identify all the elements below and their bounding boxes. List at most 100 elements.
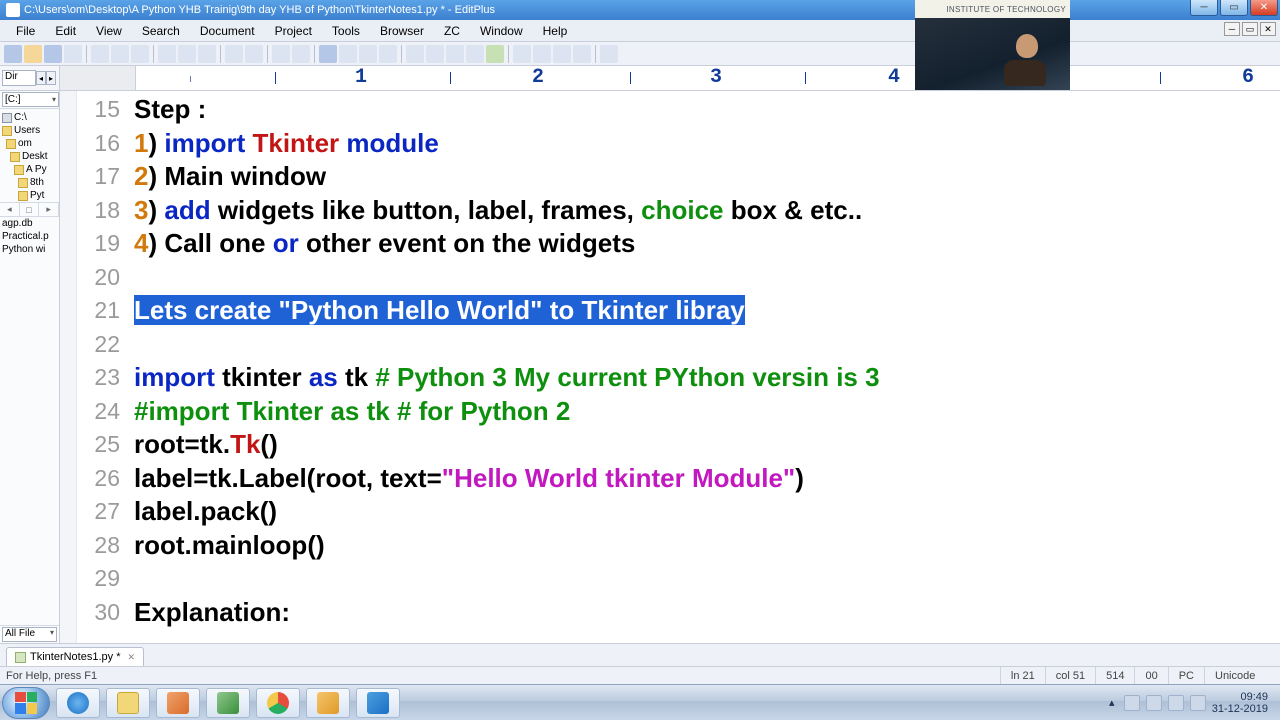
menu-edit[interactable]: Edit [45,22,86,40]
toolbar-button[interactable] [466,45,484,63]
tree-node[interactable]: Users [14,125,40,136]
code-text[interactable]: import tkinter as tk # Python 3 My curre… [134,361,880,395]
toolbar-button[interactable] [379,45,397,63]
taskbar-pinned-chrome[interactable] [256,688,300,718]
help-button[interactable] [600,45,618,63]
code-text[interactable]: root=tk.Tk() [134,428,278,462]
menu-project[interactable]: Project [265,22,322,40]
toolbar-button[interactable] [513,45,531,63]
tray-icon[interactable] [1146,695,1162,711]
code-text[interactable]: 2) Main window [134,160,326,194]
taskbar-pinned-app[interactable] [156,688,200,718]
taskbar-pinned-app[interactable] [306,688,350,718]
toolbar-button[interactable] [91,45,109,63]
code-text[interactable] [134,562,141,596]
tray-clock[interactable]: 09:49 31-12-2019 [1212,691,1274,715]
spellcheck-button[interactable] [486,45,504,63]
dir-back-button[interactable]: ◂ [36,71,46,85]
code-text[interactable] [134,328,141,362]
tray-icon[interactable] [1124,695,1140,711]
toolbar-button[interactable] [319,45,337,63]
file-item[interactable]: Practical.p [0,230,59,243]
dir-forward-button[interactable]: ▸ [46,71,56,85]
tree-scroll-right[interactable]: ▸ [39,203,59,216]
tree-node[interactable]: om [18,138,32,149]
menu-document[interactable]: Document [190,22,265,40]
tree-node[interactable]: Deskt [22,151,48,162]
menu-window[interactable]: Window [470,22,533,40]
mdi-restore-button[interactable]: ▭ [1242,22,1258,36]
code-text[interactable]: #import Tkinter as tk # for Python 2 [134,395,570,429]
document-tab[interactable]: TkinterNotes1.py * ✕ [6,647,144,666]
code-text[interactable]: Explanation: [134,596,290,630]
new-file-button[interactable] [4,45,22,63]
save-button[interactable] [44,45,62,63]
toolbar-button[interactable] [446,45,464,63]
redo-button[interactable] [245,45,263,63]
toolbar-button[interactable] [359,45,377,63]
tree-node[interactable]: C:\ [14,112,27,123]
file-item[interactable]: agp.db [0,217,59,230]
taskbar-pinned-app[interactable] [206,688,250,718]
copy-button[interactable] [178,45,196,63]
minimize-button[interactable]: ─ [1190,0,1218,16]
code-text[interactable]: root.mainloop() [134,529,325,563]
maximize-button[interactable]: ▭ [1220,0,1248,16]
find-button[interactable] [272,45,290,63]
code-text[interactable] [134,261,141,295]
taskbar-pinned-ie[interactable] [56,688,100,718]
tab-close-icon[interactable]: ✕ [127,652,135,663]
menu-browser[interactable]: Browser [370,22,434,40]
directory-tree[interactable]: C:\ Users om Deskt A Py 8th Pyt ◂ □ ▸ ag… [0,109,59,369]
code-text[interactable]: label=tk.Label(root, text="Hello World t… [134,462,804,496]
mdi-minimize-button[interactable]: ─ [1224,22,1240,36]
code-text[interactable]: 4) Call one or other event on the widget… [134,227,635,261]
tree-scroll-thumb[interactable]: □ [20,203,40,216]
wordwrap-button[interactable] [406,45,424,63]
toolbar-button[interactable] [339,45,357,63]
tray-network-icon[interactable] [1168,695,1184,711]
mdi-close-button[interactable]: ✕ [1260,22,1276,36]
directory-label[interactable]: Dir [2,70,36,86]
tree-scroll-left[interactable]: ◂ [0,203,20,216]
close-button[interactable]: ✕ [1250,0,1278,16]
file-list[interactable]: agp.db Practical.p Python wi [0,216,59,256]
paste-button[interactable] [198,45,216,63]
tray-expand-icon[interactable]: ▴ [1106,697,1118,709]
toolbar-button[interactable] [426,45,444,63]
toolbar-button[interactable] [553,45,571,63]
file-filter-selector[interactable]: All File [2,627,57,642]
taskbar-pinned-explorer[interactable] [106,688,150,718]
menu-tools[interactable]: Tools [322,22,370,40]
print-button[interactable] [64,45,82,63]
file-item[interactable]: Python wi [0,243,59,256]
replace-button[interactable] [292,45,310,63]
tree-node[interactable]: 8th [30,177,44,188]
code-text[interactable]: label.pack() [134,495,277,529]
toolbar-button[interactable] [573,45,591,63]
drive-selector[interactable]: [C:] [2,92,59,107]
menu-view[interactable]: View [86,22,132,40]
line-number: 30 [77,596,134,630]
tray-volume-icon[interactable] [1190,695,1206,711]
code-text[interactable]: Step : [134,93,206,127]
code-text[interactable]: 1) import Tkinter module [134,127,439,161]
tree-node[interactable]: A Py [26,164,47,175]
document-tab-label: TkinterNotes1.py * [30,651,120,663]
code-text[interactable]: Lets create "Python Hello World" to Tkin… [134,294,745,328]
toolbar-button[interactable] [111,45,129,63]
start-button[interactable] [2,687,50,719]
menu-zc[interactable]: ZC [434,22,470,40]
menu-search[interactable]: Search [132,22,190,40]
menu-file[interactable]: File [6,22,45,40]
tree-node[interactable]: Pyt [30,190,44,201]
toolbar-button[interactable] [131,45,149,63]
cut-button[interactable] [158,45,176,63]
toolbar-button[interactable] [533,45,551,63]
undo-button[interactable] [225,45,243,63]
code-editor[interactable]: 15Step : 161) import Tkinter module 172)… [60,91,1280,643]
open-file-button[interactable] [24,45,42,63]
taskbar-pinned-editplus[interactable] [356,688,400,718]
menu-help[interactable]: Help [533,22,578,40]
code-text[interactable]: 3) add widgets like button, label, frame… [134,194,862,228]
